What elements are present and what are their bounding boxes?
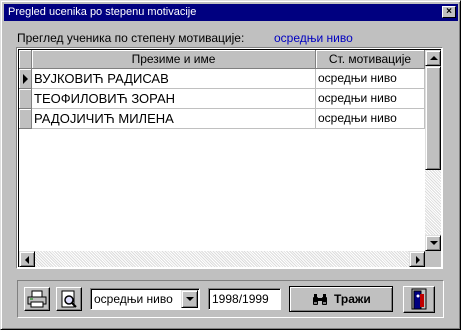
current-row-pointer-icon <box>23 74 28 84</box>
dialog-window: Pregled ucenika po stepenu motivacije × … <box>0 0 461 330</box>
exit-button[interactable] <box>403 286 435 313</box>
row-selector[interactable] <box>19 69 32 89</box>
table-row[interactable]: ТЕОФИЛОВИЋ ЗОРАН осредњи ниво <box>19 89 425 109</box>
row-selector[interactable] <box>19 109 32 129</box>
scrollbar-corner <box>425 251 441 267</box>
close-button[interactable]: × <box>442 6 456 18</box>
students-grid: Презиме и име Ст. мотивације ВУЈКОВИЋ РА… <box>16 47 443 269</box>
cell-motivation[interactable]: осредњи ниво <box>316 109 425 129</box>
print-preview-button[interactable] <box>56 287 82 311</box>
arrow-up-icon <box>430 56 438 60</box>
printer-icon <box>27 290 47 308</box>
arrow-right-icon <box>416 256 420 264</box>
dropdown-button[interactable] <box>181 290 198 308</box>
cell-name[interactable]: ВУЈКОВИЋ РАДИСАВ <box>32 69 316 89</box>
search-button-label: Тражи <box>334 292 371 306</box>
table-row[interactable]: ВУЈКОВИЋ РАДИСАВ осредњи ниво <box>19 69 425 89</box>
arrow-left-icon <box>25 256 29 264</box>
cell-motivation[interactable]: осредњи ниво <box>316 69 425 89</box>
window-title: Pregled ucenika po stepenu motivacije <box>8 6 197 18</box>
motivation-level-select[interactable]: осредњи ниво <box>90 288 200 310</box>
cell-name[interactable]: ТЕОФИЛОВИЋ ЗОРАН <box>32 89 316 109</box>
school-year-value: 1998/1999 <box>212 292 269 306</box>
exit-door-icon <box>411 288 427 310</box>
scroll-left-button[interactable] <box>19 251 35 267</box>
search-button[interactable]: Тражи <box>289 286 393 312</box>
vertical-scroll-thumb[interactable] <box>425 66 441 170</box>
row-selector[interactable] <box>19 89 32 109</box>
filter-value: осредњи ниво <box>274 31 353 45</box>
binoculars-icon <box>313 294 327 305</box>
grid-body: Презиме и име Ст. мотивације ВУЈКОВИЋ РА… <box>18 49 441 267</box>
table-row[interactable]: РАДОЈИЧИЋ МИЛЕНА осредњи ниво <box>19 109 425 129</box>
scroll-down-button[interactable] <box>425 235 441 251</box>
column-header-name[interactable]: Презиме и име <box>32 50 316 69</box>
scroll-right-button[interactable] <box>409 251 425 267</box>
arrow-down-icon <box>430 241 438 245</box>
filter-label: Преглед ученика по степену мотивације: <box>17 31 245 45</box>
chevron-down-icon <box>186 297 194 301</box>
vertical-scrollbar[interactable] <box>425 50 441 251</box>
cell-motivation[interactable]: осредњи ниво <box>316 89 425 109</box>
close-icon: × <box>446 6 452 17</box>
horizontal-scrollbar[interactable] <box>19 251 425 267</box>
title-bar[interactable]: Pregled ucenika po stepenu motivacije × <box>4 4 458 21</box>
scroll-up-button[interactable] <box>425 50 441 66</box>
cell-name[interactable]: РАДОЈИЧИЋ МИЛЕНА <box>32 109 316 129</box>
school-year-field[interactable]: 1998/1999 <box>208 288 281 310</box>
row-header-corner <box>19 50 32 69</box>
motivation-level-value: осредњи ниво <box>94 292 173 306</box>
column-header-motivation[interactable]: Ст. мотивације <box>316 50 425 69</box>
print-button[interactable] <box>24 287 50 311</box>
print-preview-icon <box>61 290 77 308</box>
